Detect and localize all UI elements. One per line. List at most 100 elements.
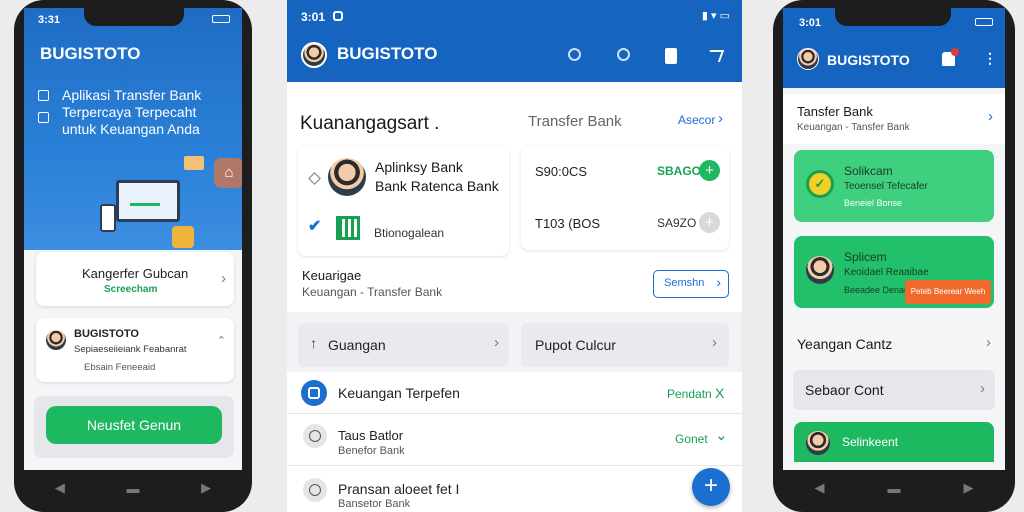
transfer-card-title: Kangerfer Gubcan bbox=[82, 266, 189, 281]
recents-icon[interactable]: ▶ bbox=[201, 480, 211, 496]
middle-screen: 3:01 ▮ ▾ ▭ BUGISTOTO Kuanangagsart . Tra… bbox=[287, 0, 742, 512]
list-item-tansfer[interactable]: Tansfer Bank Keuangan - Tansfer Bank › bbox=[783, 94, 1005, 144]
signal-icons: ▮ ▾ ▭ bbox=[701, 10, 730, 22]
checkbox-inner-icon bbox=[308, 387, 320, 399]
chevron-right-icon: › bbox=[980, 380, 985, 397]
battery-icon bbox=[975, 18, 993, 26]
arrow-up-icon: ↑ bbox=[310, 335, 317, 351]
search-icon[interactable] bbox=[568, 48, 581, 61]
list-title: Taus Batlor bbox=[338, 428, 404, 443]
home-nav-icon[interactable]: ▬ bbox=[126, 481, 139, 496]
mail-icon bbox=[184, 156, 204, 170]
avatar bbox=[806, 431, 830, 455]
fab-add-button[interactable]: + bbox=[692, 468, 730, 506]
radio-inner-icon bbox=[309, 484, 321, 496]
coins-illustration bbox=[172, 226, 194, 248]
avatar bbox=[328, 158, 366, 196]
intro-line-2: Terpercaya Terpecaht bbox=[62, 104, 197, 120]
notification-badge bbox=[951, 48, 959, 56]
balance-2-amount: SA9ZO bbox=[657, 216, 697, 230]
right-phone: 3:01 BUGISTOTO ⋮ Tansfer Bank Keuangan -… bbox=[773, 0, 1015, 512]
back-icon[interactable]: ◀ bbox=[55, 480, 65, 496]
balance-card[interactable]: S90:0CS SBAGO + T103 (BOS SA9ZO + bbox=[521, 146, 729, 250]
left-phone: 3:31 BUGISTOTO Aplikasi Transfer Bank Te… bbox=[14, 0, 252, 512]
avatar bbox=[301, 42, 327, 68]
home-nav-icon[interactable]: ▬ bbox=[888, 481, 901, 496]
more-vert-icon[interactable]: ⋮ bbox=[983, 50, 997, 67]
transfer-card-sub: Screecham bbox=[104, 284, 158, 295]
lock-icon bbox=[38, 112, 49, 123]
account-name: BUGISTOTO bbox=[74, 328, 139, 340]
transfer-label: Transfer Bank bbox=[528, 113, 622, 130]
chevron-right-icon: › bbox=[988, 108, 993, 125]
account-card[interactable]: BUGISTOTO Sepiaeseiieiank Feabanrat Ebsa… bbox=[36, 318, 234, 382]
list-sub: Benefor Bank bbox=[338, 445, 405, 457]
right-nav-bar: ◀ ▬ ▶ bbox=[783, 472, 1005, 504]
primary-button[interactable]: Neusfet Genun bbox=[46, 406, 222, 444]
add-icon[interactable]: + bbox=[699, 160, 720, 181]
search-icon-2[interactable] bbox=[617, 48, 630, 61]
chevron-right-icon: › bbox=[986, 334, 991, 351]
radio-inner-icon bbox=[309, 430, 321, 442]
info-sub: Keuangan - Transfer Bank bbox=[302, 285, 443, 299]
chevron-right-icon: › bbox=[712, 334, 717, 351]
back-icon[interactable]: ◀ bbox=[815, 480, 825, 496]
list-row-2[interactable]: Sebaor Cont › bbox=[793, 370, 995, 410]
green-card-title: Solikcam bbox=[844, 164, 893, 178]
right-notch bbox=[835, 8, 951, 26]
green-card-3[interactable]: Selinkeent bbox=[794, 422, 994, 462]
chevron-right-icon: › bbox=[494, 334, 499, 351]
recents-icon[interactable]: ▶ bbox=[964, 480, 974, 496]
phone-illustration bbox=[100, 204, 116, 232]
check-icon[interactable]: ✔ bbox=[308, 216, 321, 236]
green-card-line-3: Beneiel Bonse bbox=[844, 198, 903, 208]
close-icon[interactable]: X bbox=[715, 385, 724, 401]
right-app-title: BUGISTOTO bbox=[827, 52, 910, 68]
green-card-title: Selinkeent bbox=[842, 435, 899, 449]
info-title: Keuarigae bbox=[302, 268, 362, 283]
avatar bbox=[797, 48, 819, 70]
left-notch bbox=[84, 8, 184, 26]
more-link[interactable]: Asecor bbox=[678, 113, 715, 127]
info-button-label: Semshn bbox=[664, 277, 705, 289]
list-item[interactable]: Pransan aloeet fet I Bansetor Bank bbox=[287, 468, 742, 512]
list-item[interactable]: Keuangan Terpefen Pendatn X bbox=[287, 372, 742, 414]
avatar bbox=[806, 256, 834, 284]
list-row-1[interactable]: Yeangan Cantz › bbox=[783, 322, 1005, 364]
shield-icon: ✓ bbox=[806, 170, 834, 198]
intro-line-3: untuk Keuangan Anda bbox=[62, 121, 200, 137]
right-screen: 3:01 BUGISTOTO ⋮ Tansfer Bank Keuangan -… bbox=[783, 8, 1005, 470]
middle-header bbox=[287, 0, 742, 82]
profile-line-1: Aplinksy Bank bbox=[375, 159, 463, 175]
qr-icon bbox=[336, 216, 360, 240]
list-status: Pendatn bbox=[667, 387, 712, 401]
promo-badge[interactable]: Peteb Beerear Weeh bbox=[905, 280, 991, 304]
chevron-right-icon: › bbox=[716, 274, 721, 290]
profile-line-2: Bank Ratenca Bank bbox=[375, 178, 499, 194]
tab-pupot-culcur[interactable]: Pupot Culcur › bbox=[521, 323, 729, 367]
balance-1-value: S90:0CS bbox=[535, 164, 588, 179]
list-title: Pransan aloeet fet I bbox=[338, 481, 460, 497]
list-status: Gonet bbox=[675, 432, 708, 446]
tab-guangan[interactable]: ↑ Guangan › bbox=[298, 323, 509, 367]
balance-2-value: T103 (BOS bbox=[535, 216, 601, 231]
status-time: 3:31 bbox=[38, 14, 61, 26]
transfer-card[interactable]: Kangerfer Gubcan Screecham › bbox=[36, 252, 234, 306]
left-nav-bar: ◀ ▬ ▶ bbox=[24, 472, 242, 504]
profile-card[interactable]: Aplinksy Bank Bank Ratenca Bank ✔ Btiono… bbox=[298, 146, 509, 256]
more-icon: ⌃ bbox=[216, 335, 226, 347]
chevron-down-icon[interactable]: ⌄ bbox=[715, 426, 728, 444]
green-card-1[interactable]: ✓ Solikcam Teoensel Tefecafer Beneiel Bo… bbox=[794, 150, 994, 222]
avatar bbox=[46, 330, 66, 350]
row-label: Sebaor Cont bbox=[805, 382, 884, 398]
house-badge-icon: ⌂ bbox=[214, 158, 242, 188]
account-line-1: Sepiaeseiieiank Feabanrat bbox=[74, 344, 187, 355]
flag-icon[interactable] bbox=[665, 48, 677, 64]
green-card-line-2: Teoensel Tefecafer bbox=[844, 181, 928, 192]
info-button[interactable]: Semshn › bbox=[653, 270, 729, 298]
add-icon-disabled[interactable]: + bbox=[699, 212, 720, 233]
app-title: BUGISTOTO bbox=[40, 44, 141, 63]
home-icon bbox=[38, 90, 49, 101]
list-item[interactable]: Taus Batlor Benefor Bank Gonet ⌄ bbox=[287, 416, 742, 466]
chevron-right-icon: › bbox=[718, 110, 723, 127]
